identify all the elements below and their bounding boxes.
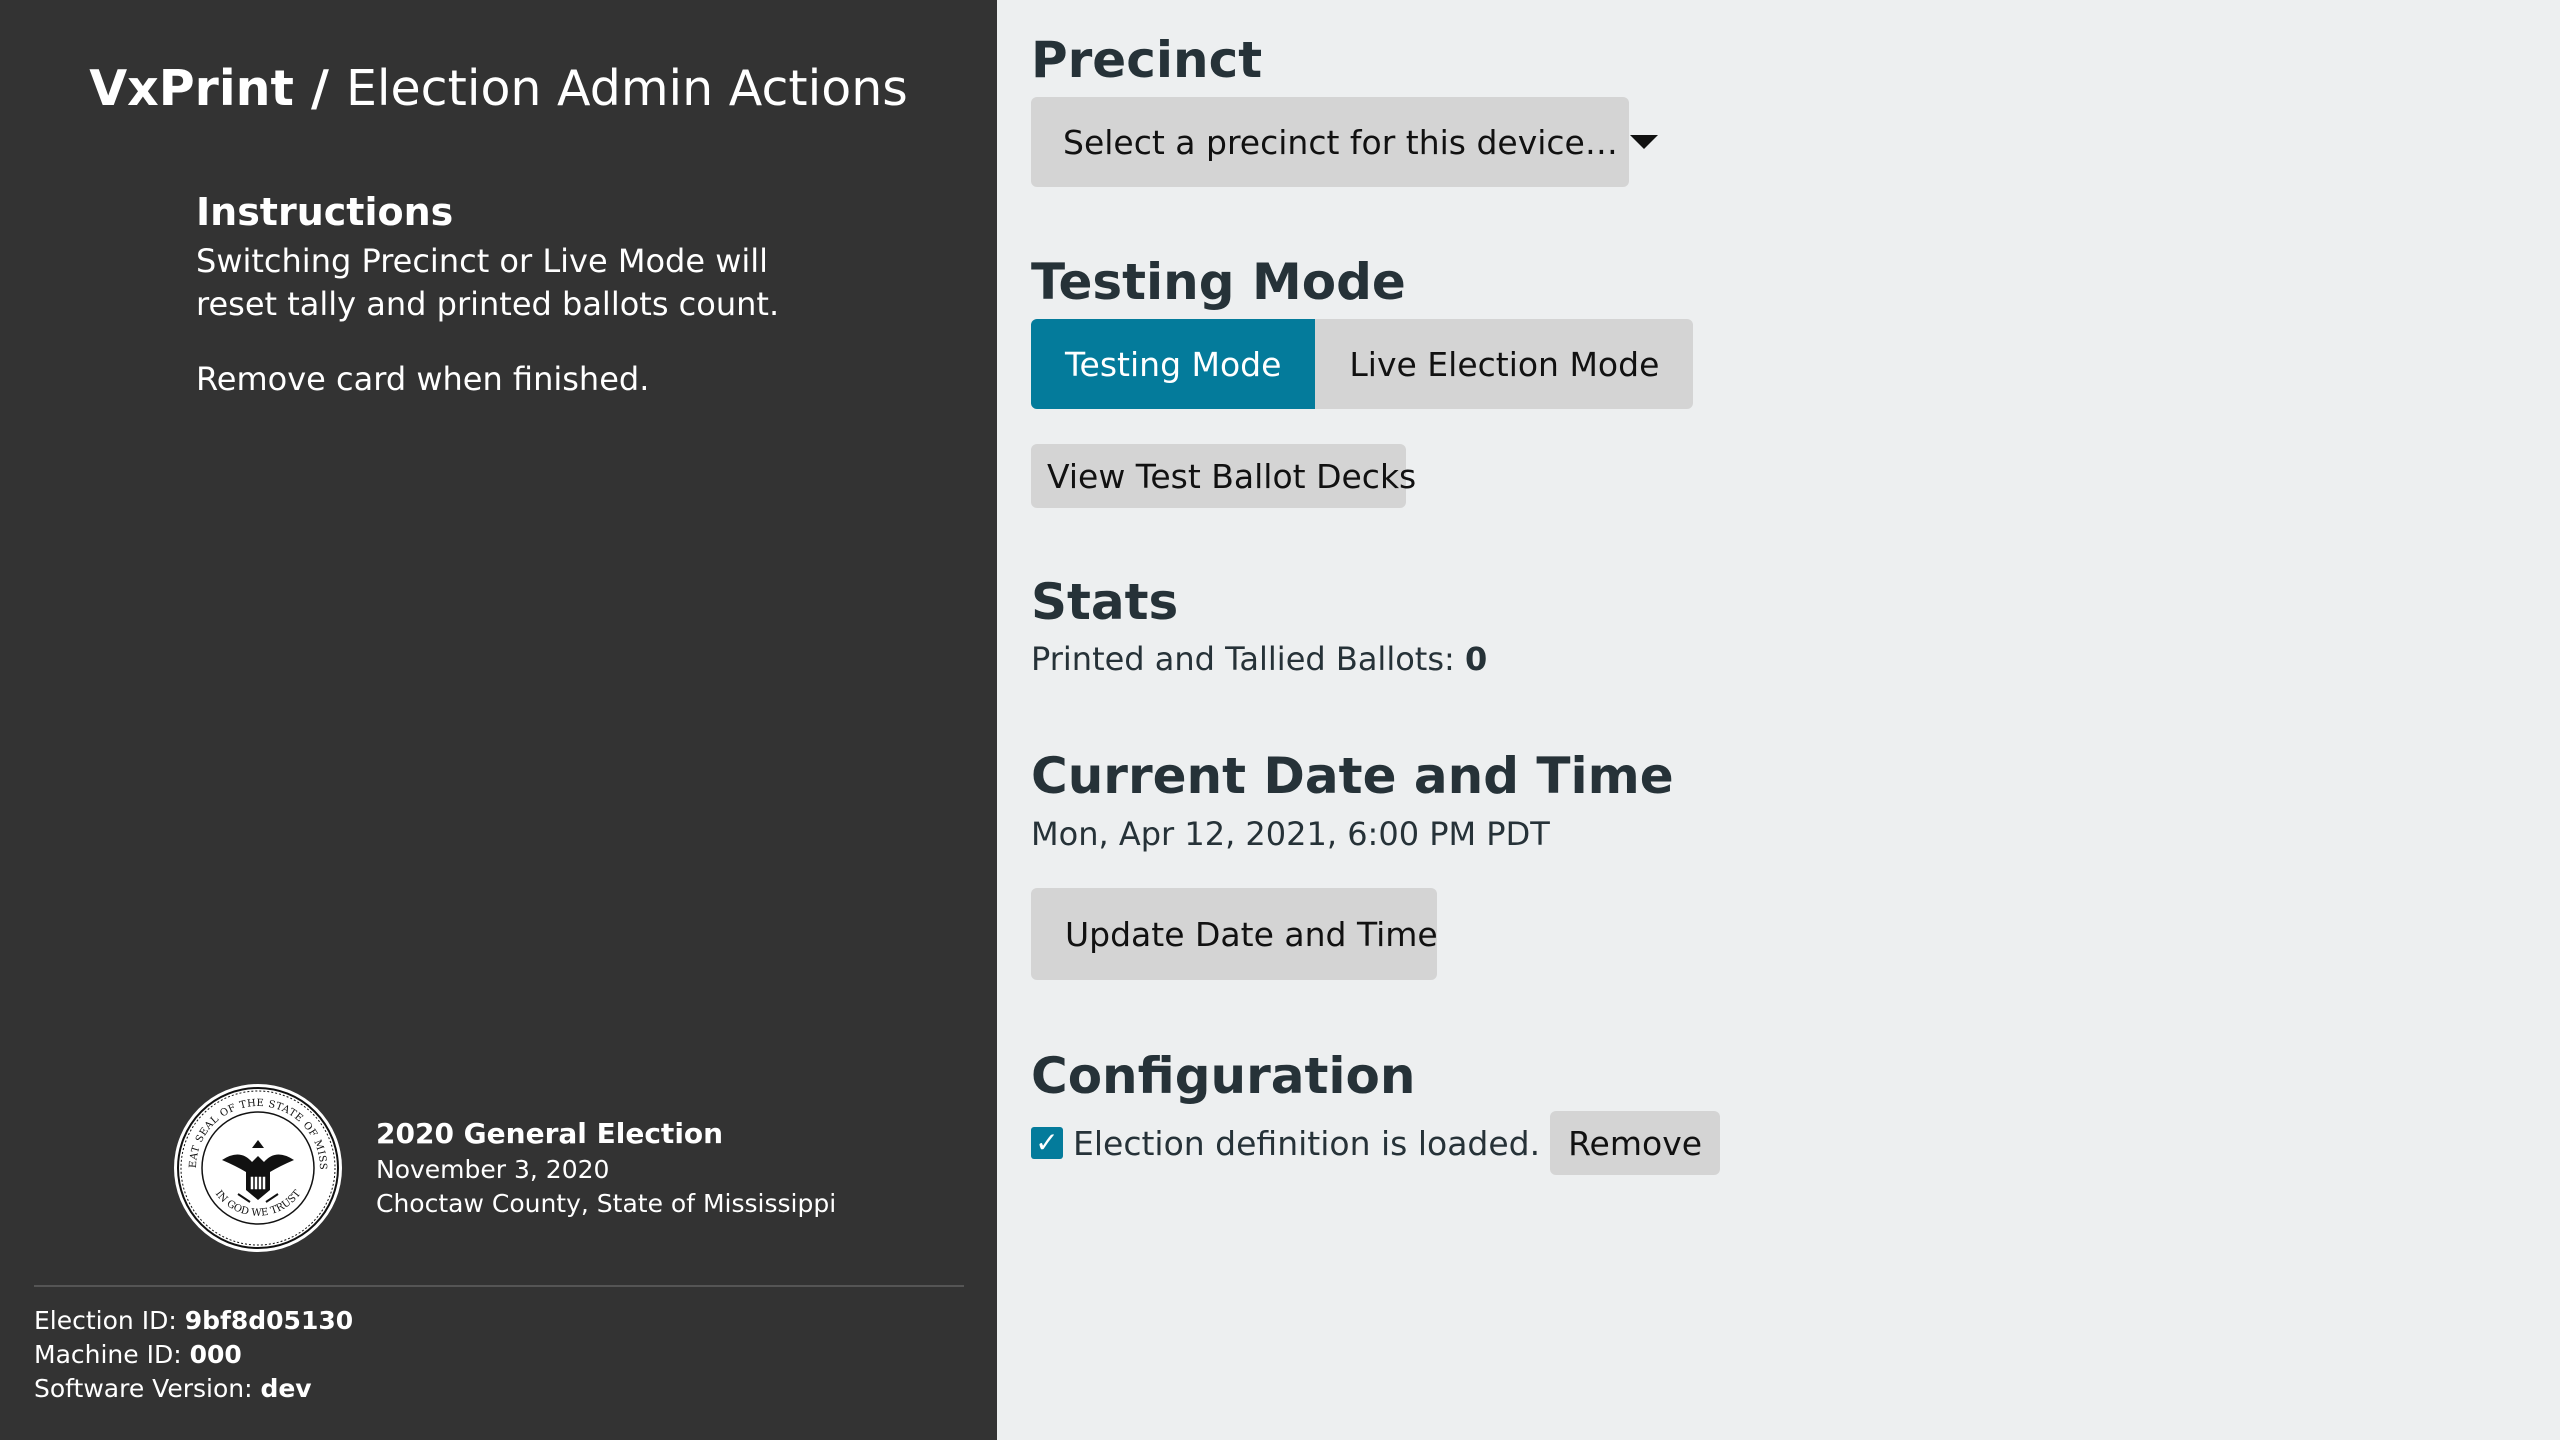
remove-card-text: Remove card when finished. (196, 360, 650, 398)
current-datetime: Mon, Apr 12, 2021, 6:00 PM PDT (1031, 815, 1550, 853)
mode-toggle: Testing Mode Live Election Mode (1031, 319, 1694, 409)
page-name: Election Admin Actions (345, 60, 908, 117)
software-version-label: Software Version: (34, 1374, 261, 1403)
sidebar-divider (34, 1285, 964, 1287)
election-info: THE GREAT SEAL OF THE STATE OF MISSISSIP… (172, 1082, 836, 1254)
remove-election-button[interactable]: Remove (1550, 1111, 1721, 1175)
printed-tallied-stat: Printed and Tallied Ballots: 0 (1031, 640, 1487, 678)
view-test-ballot-decks-button[interactable]: View Test Ballot Decks (1031, 444, 1416, 508)
precinct-select-label: Select a precinct for this device… (1063, 122, 1618, 162)
election-date: November 3, 2020 (376, 1155, 610, 1184)
machine-id-label: Machine ID: (34, 1340, 190, 1369)
datetime-heading: Current Date and Time (1031, 747, 1674, 805)
title-separator: / (293, 60, 346, 117)
instructions-text: Switching Precinct or Live Mode will res… (196, 242, 780, 323)
main-content: Precinct Select a precinct for this devi… (997, 0, 2560, 1440)
printed-tallied-value: 0 (1464, 640, 1488, 678)
precinct-select[interactable]: Select a precinct for this device… (1031, 97, 1658, 187)
printed-tallied-label: Printed and Tallied Ballots: (1031, 640, 1465, 678)
testing-mode-heading: Testing Mode (1031, 253, 1406, 311)
election-loaded-text: Election definition is loaded. (1073, 1123, 1541, 1163)
instructions-panel: Instructions Switching Precinct or Live … (196, 190, 836, 401)
checkmark-icon: ✓ (1031, 1127, 1063, 1159)
election-id-value: 9bf8d05130 (184, 1306, 354, 1335)
precinct-heading: Precinct (1031, 31, 1263, 89)
stats-heading: Stats (1031, 573, 1179, 631)
election-id-label: Election ID: (34, 1306, 185, 1335)
app-root: VxPrint / Election Admin Actions Instruc… (0, 0, 2560, 1440)
configuration-status: ✓ Election definition is loaded. Remove (1031, 1110, 1721, 1176)
caret-down-icon (1629, 135, 1658, 149)
app-name: VxPrint (89, 60, 294, 117)
machine-info: Election ID: 9bf8d05130 Machine ID: 000 … (34, 1304, 353, 1406)
configuration-heading: Configuration (1031, 1047, 1416, 1105)
machine-id-value: 000 (189, 1340, 242, 1369)
software-version-row: Software Version: dev (34, 1372, 353, 1406)
testing-mode-button[interactable]: Testing Mode (1031, 319, 1316, 409)
page-title: VxPrint / Election Admin Actions (0, 60, 997, 117)
update-date-time-button[interactable]: Update Date and Time (1031, 888, 1438, 980)
software-version-value: dev (260, 1374, 312, 1403)
election-text: 2020 General Election November 3, 2020 C… (376, 1115, 836, 1221)
machine-id-row: Machine ID: 000 (34, 1338, 353, 1372)
election-id-row: Election ID: 9bf8d05130 (34, 1304, 353, 1338)
election-title: 2020 General Election (376, 1117, 724, 1150)
live-election-mode-button[interactable]: Live Election Mode (1315, 319, 1694, 409)
instructions-heading: Instructions (196, 190, 454, 234)
sidebar: VxPrint / Election Admin Actions Instruc… (0, 0, 997, 1440)
state-seal-icon: THE GREAT SEAL OF THE STATE OF MISSISSIP… (172, 1082, 342, 1252)
election-location: Choctaw County, State of Mississippi (376, 1189, 837, 1218)
